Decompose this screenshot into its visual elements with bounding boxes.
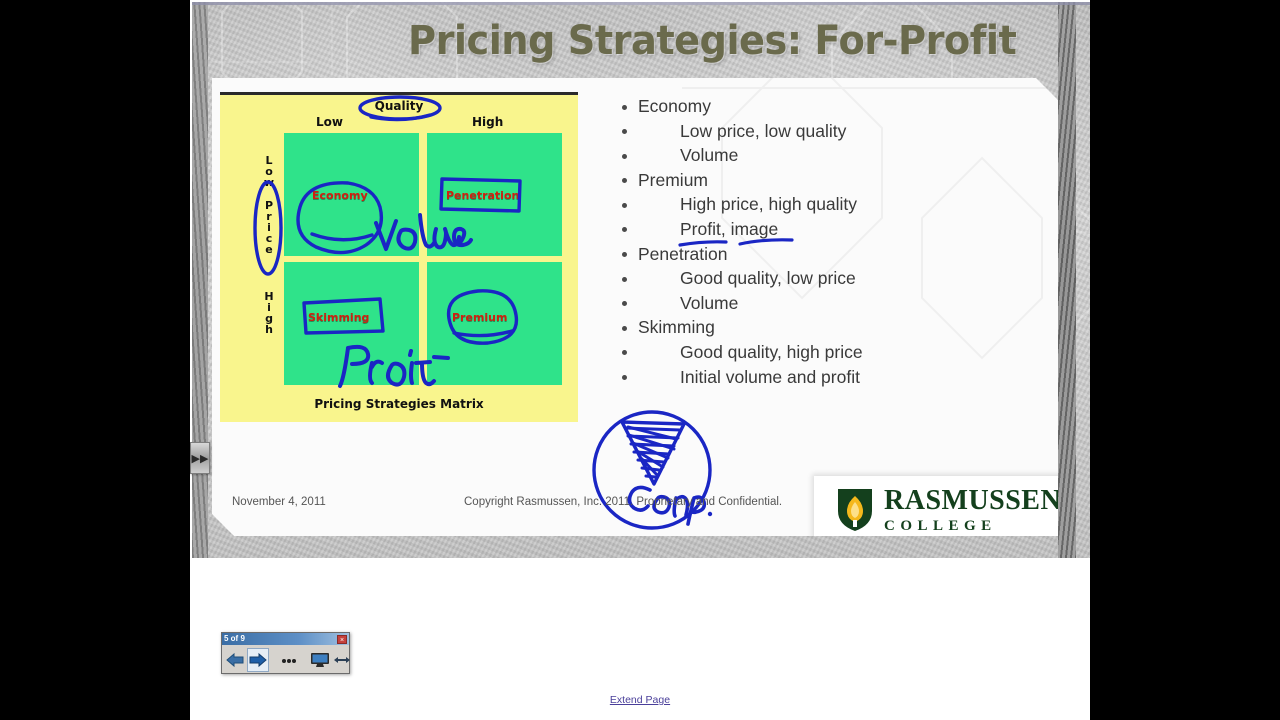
list-item: Good quality, low price (612, 266, 1042, 291)
matrix-price-low-label: Low (263, 154, 275, 189)
list-item: Penetration (612, 242, 1042, 267)
list-item: Economy (612, 94, 1042, 119)
matrix-axis-quality-label: Quality (374, 99, 424, 113)
screen: Pricing Strategies: For-Profit Quality L… (0, 0, 1280, 720)
slide-content-panel: Quality Low High Low Price High Economy … (212, 78, 1058, 536)
slide-copyright: Copyright Rasmussen, Inc. 2011. Propriet… (464, 496, 783, 508)
list-item: Premium (612, 168, 1042, 193)
list-item: Initial volume and profit (612, 365, 1042, 390)
list-item: Skimming (612, 315, 1042, 340)
matrix-label-skimming: Skimming (308, 311, 370, 324)
more-button[interactable] (279, 648, 299, 672)
matrix-price-high-label: High (264, 290, 274, 336)
slide-date: November 4, 2011 (232, 496, 326, 508)
logo-name: RASMUSSEN (884, 485, 1062, 516)
extend-page-anchor[interactable]: Extend Page (610, 694, 670, 706)
list-item: High price, high quality (612, 192, 1042, 217)
resize-horizontal-icon (334, 656, 350, 663)
slide-navigation-window[interactable]: 5 of 9 × (221, 632, 350, 674)
matrix-grid: Economy Penetration Skimming Premium (284, 133, 562, 385)
extend-page-link[interactable]: Extend Page (0, 694, 1280, 706)
monitor-icon (311, 652, 329, 667)
arrow-right-icon (249, 652, 267, 667)
navigation-toolbar (222, 645, 351, 674)
page-title: Pricing Strategies: For-Profit (408, 18, 1017, 64)
arrow-left-icon (226, 652, 244, 667)
matrix-label-penetration: Penetration (446, 189, 520, 202)
list-item: Good quality, high price (612, 340, 1042, 365)
list-item: Volume (612, 143, 1042, 168)
list-item-underlined: Profit, image (612, 217, 1042, 242)
pricing-strategies-matrix: Quality Low High Low Price High Economy … (220, 92, 578, 422)
bullet-list: Economy Low price, low quality Volume Pr… (612, 94, 1042, 389)
navigation-window-titlebar: 5 of 9 × (222, 633, 349, 645)
matrix-caption: Pricing Strategies Matrix (314, 397, 484, 411)
slide-top-accent (192, 2, 1090, 5)
matrix-label-premium: Premium (452, 311, 508, 324)
matrix-axis-price-label: Price (264, 199, 274, 256)
ink-annotation-conp (584, 394, 724, 540)
back-button[interactable] (225, 648, 245, 672)
list-item: Low price, low quality (612, 119, 1042, 144)
resize-button[interactable] (333, 648, 351, 672)
list-item: Volume (612, 291, 1042, 316)
ellipsis-icon (282, 658, 296, 663)
close-icon[interactable]: × (337, 634, 347, 644)
slide-counter: 5 of 9 (224, 634, 245, 643)
logo-subtitle: COLLEGE (884, 518, 997, 534)
forward-button[interactable] (247, 647, 269, 672)
matrix-quality-high-label: High (472, 115, 504, 129)
shield-flame-icon (836, 487, 874, 533)
matrix-quality-low-label: Low (316, 115, 343, 129)
slide-left-texture-band (192, 2, 208, 558)
presentation-slide: Pricing Strategies: For-Profit Quality L… (192, 2, 1090, 558)
rasmussen-college-logo: RASMUSSEN COLLEGE (814, 476, 1082, 544)
double-chevron-right-icon: ▶▶ (191, 452, 209, 465)
expand-panel-button[interactable]: ▶▶ (190, 442, 210, 474)
matrix-label-economy: Economy (312, 189, 368, 202)
screen-button[interactable] (309, 648, 331, 672)
slide-right-texture-band (1058, 2, 1076, 558)
